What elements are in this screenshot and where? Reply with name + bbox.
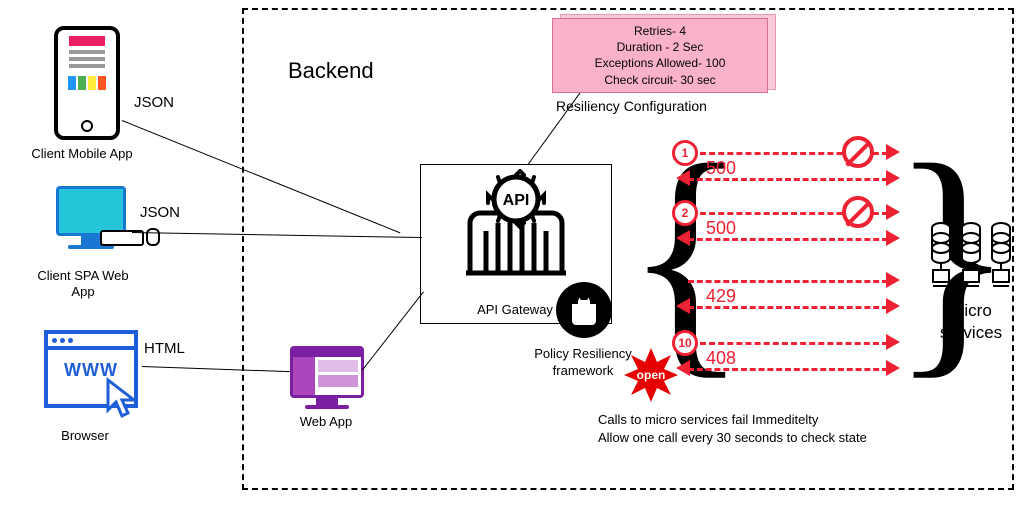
microservices-label: Microservices [928,300,1014,344]
api-gateway-icon: API [456,169,576,279]
cfg-check: Check circuit- 30 sec [567,72,753,88]
cfg-duration: Duration - 2 Sec [567,39,753,55]
attempt-badge-1: 1 [672,140,698,166]
policy-bag-icon [556,282,612,338]
http-500-1: 500 [706,158,736,179]
arrow-head-icon [676,360,690,376]
desktop-icon [56,186,126,249]
browser-icon: WWW [44,330,138,408]
client-spa-label: Client SPA WebApp [20,268,146,301]
arrow-head-icon [886,170,900,186]
svg-text:API: API [503,192,530,209]
arrow-head-icon [886,204,900,220]
arrow-head-icon [676,230,690,246]
json-label-1: JSON [134,94,174,111]
arrow-head-icon [676,170,690,186]
no-entry-icon [842,196,874,228]
arrow-req-4 [700,342,888,345]
fail-text-2: Allow one call every 30 seconds to check… [598,430,867,445]
http-500-2: 500 [706,218,736,239]
arrow-req-3 [688,280,888,283]
html-label: HTML [144,340,185,357]
json-label-2: JSON [140,204,180,221]
webapp-label: Web App [286,414,366,429]
no-entry-icon [842,136,874,168]
webapp-icon [290,346,364,409]
http-429: 429 [706,286,736,307]
arrow-head-icon [886,144,900,160]
cfg-retries: Retries- 4 [567,23,753,39]
phone-icon [54,26,120,140]
arrow-head-icon [886,272,900,288]
arrow-head-icon [676,298,690,314]
client-mobile-label: Client Mobile App [12,146,152,161]
http-408: 408 [706,348,736,369]
config-box: Retries- 4 Duration - 2 Sec Exceptions A… [552,18,768,93]
browser-label: Browser [40,428,130,443]
circuit-open-starburst: open [624,348,678,402]
arrow-head-icon [886,360,900,376]
fail-text-1: Calls to micro services fail Immeditelty [598,412,818,427]
arrow-head-icon [886,230,900,246]
arrow-head-icon [886,298,900,314]
arrow-head-icon [886,334,900,350]
backend-title: Backend [288,58,374,84]
microservices-icon [930,222,1012,288]
attempt-badge-2: 2 [672,200,698,226]
cfg-exceptions: Exceptions Allowed- 100 [567,55,753,71]
